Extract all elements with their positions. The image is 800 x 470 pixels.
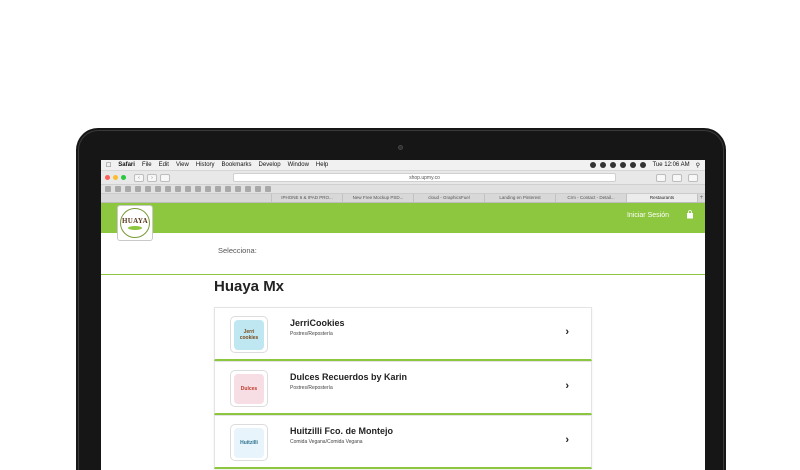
menu-file[interactable]: File [142,162,152,168]
shopping-bag-icon[interactable] [686,210,694,219]
menu-clock[interactable]: Tue 12:06 AM [652,162,689,168]
store-logo: Jerri cookies [234,319,264,350]
safari-toolbar: ‹ › shop.upmy.co [101,171,705,185]
favorite-icon[interactable] [255,186,261,192]
status-icon[interactable] [620,162,627,168]
section-title: Huaya Mx [214,278,285,295]
favorite-icon[interactable] [175,186,181,192]
favorite-icon[interactable] [185,186,191,192]
battery-icon[interactable] [640,162,647,168]
login-link[interactable]: Iniciar Sesión [627,212,669,219]
status-icon[interactable] [610,162,617,168]
favorite-icon[interactable] [235,186,241,192]
store-card[interactable]: Huitzilli Huitzilli Fco. de Montejo Comi… [214,415,592,469]
favorite-icon[interactable] [225,186,231,192]
status-icon[interactable] [600,162,607,168]
store-category: Postres/Repostería [290,331,333,337]
favorite-icon[interactable] [165,186,171,192]
leaf-icon [128,225,142,230]
site-header: HUAYA Iniciar Sesión [101,203,705,241]
select-label: Selecciona: [218,246,257,255]
menu-bookmarks[interactable]: Bookmarks [222,162,252,168]
forward-button[interactable]: › [147,173,157,182]
browser-tab[interactable]: Crm - Contact - Detail... [555,194,626,202]
share-button[interactable] [672,173,682,182]
store-card[interactable]: Dulces Dulces Recuerdos by Karin Postres… [214,361,592,415]
store-logo: Huitzilli [234,427,264,458]
selector-bar: Selecciona: [101,233,705,275]
menu-window[interactable]: Window [288,162,309,168]
mac-menu-bar:  Safari File Edit View History Bookmark… [101,160,705,171]
apple-icon[interactable]:  [106,162,111,169]
favorite-icon[interactable] [125,186,131,192]
store-thumbnail: Dulces [230,370,268,407]
browser-tab[interactable]: IPHONE 6 & IPAD PRO... [271,194,342,202]
camera-icon [398,145,403,150]
store-name[interactable]: JerriCookies [290,318,345,328]
menu-edit[interactable]: Edit [159,162,169,168]
close-window-button[interactable] [105,175,110,180]
favorite-icon[interactable] [265,186,271,192]
store-category: Comida Vegana/Comida Vegana [290,439,363,445]
search-icon[interactable]: ⚲ [696,162,700,169]
menu-history[interactable]: History [196,162,215,168]
favorite-icon[interactable] [195,186,201,192]
browser-tab[interactable]: New Free Mockup PSD... [342,194,413,202]
wifi-icon[interactable] [630,162,637,168]
menu-view[interactable]: View [176,162,189,168]
favorite-icon[interactable] [115,186,121,192]
laptop-mockup:  Safari File Edit View History Bookmark… [0,0,800,470]
sidebar-button[interactable] [160,173,170,182]
favorite-icon[interactable] [155,186,161,192]
back-button[interactable]: ‹ [134,173,144,182]
minimize-window-button[interactable] [113,175,118,180]
tabs-overview-button[interactable] [688,173,698,182]
new-tab-button[interactable]: + [697,194,705,202]
store-name[interactable]: Huitzilli Fco. de Montejo [290,426,393,436]
store-card[interactable]: Jerri cookies JerriCookies Postres/Repos… [214,307,592,361]
tab-bar: IPHONE 6 & IPAD PRO... New Free Mockup P… [101,194,705,203]
favorite-icon[interactable] [215,186,221,192]
download-button[interactable] [656,173,666,182]
chevron-right-icon[interactable]: › [565,434,569,446]
store-list: Jerri cookies JerriCookies Postres/Repos… [214,307,592,469]
browser-tab-active[interactable]: Restaurants [626,194,697,202]
store-thumbnail: Jerri cookies [230,316,268,353]
menu-safari[interactable]: Safari [118,162,135,168]
zoom-window-button[interactable] [121,175,126,180]
address-bar[interactable]: shop.upmy.co [233,173,616,182]
store-logo: Dulces [234,373,264,404]
store-thumbnail: Huitzilli [230,424,268,461]
chevron-right-icon[interactable]: › [565,326,569,338]
favorite-icon[interactable] [135,186,141,192]
favorite-icon[interactable] [145,186,151,192]
store-category: Postres/Repostería [290,385,333,391]
favorite-icon[interactable] [245,186,251,192]
chevron-right-icon[interactable]: › [565,380,569,392]
menu-develop[interactable]: Develop [259,162,281,168]
favorites-bar [101,185,705,194]
store-name[interactable]: Dulces Recuerdos by Karin [290,372,407,382]
logo-text: HUAYA [122,216,148,225]
status-icon[interactable] [590,162,597,168]
browser-tab[interactable]: cloud - GraphicsFuel [413,194,484,202]
menu-help[interactable]: Help [316,162,328,168]
status-icons[interactable] [590,162,647,168]
favorite-icon[interactable] [105,186,111,192]
favorite-icon[interactable] [205,186,211,192]
browser-tab[interactable]: Landing en Pinterest [484,194,555,202]
window-controls [105,175,126,180]
